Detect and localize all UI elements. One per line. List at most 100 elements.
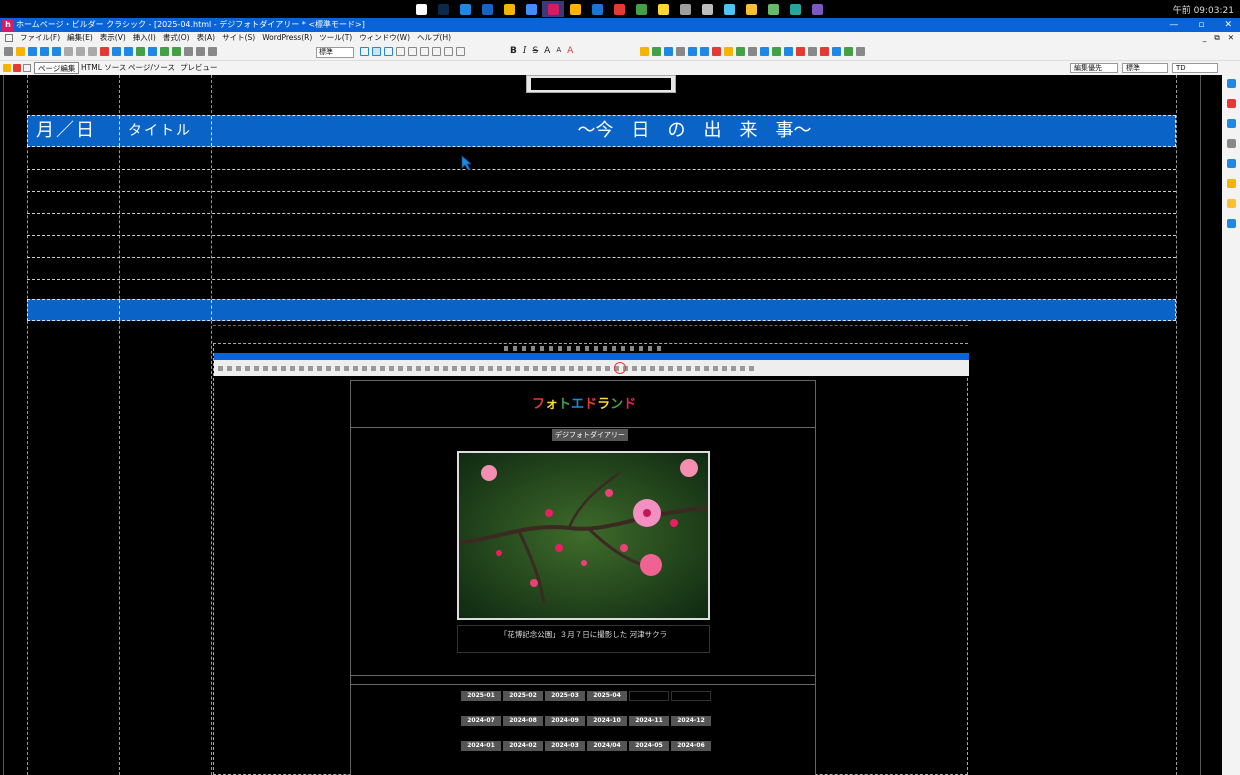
side-panel-tool-icon[interactable]: [1227, 159, 1236, 168]
teal-app-icon[interactable]: [784, 1, 806, 17]
archive-month-link[interactable]: 2025-01: [461, 691, 501, 701]
list-ordered-icon[interactable]: [432, 47, 441, 56]
toolbar-button-icon[interactable]: [124, 47, 133, 56]
side-panel-tool-icon[interactable]: [1227, 179, 1236, 188]
maximize-button[interactable]: ▫: [1198, 18, 1204, 32]
windows-start-icon[interactable]: [410, 1, 432, 17]
clock-app-icon[interactable]: [674, 1, 696, 17]
table-row[interactable]: [27, 257, 1176, 258]
font-color-button[interactable]: A: [567, 46, 573, 56]
outdent-icon[interactable]: [420, 47, 429, 56]
side-panel-tool-icon[interactable]: [1227, 219, 1236, 228]
toolbar-button-icon[interactable]: [676, 47, 685, 56]
toolbar-button-icon[interactable]: [784, 47, 793, 56]
toolbar-button-icon[interactable]: [688, 47, 697, 56]
toolbar-button-icon[interactable]: [4, 47, 13, 56]
menu-window[interactable]: ウィンドウ(W): [359, 32, 410, 44]
toolbar-button-icon[interactable]: [136, 47, 145, 56]
toolbar-button-icon[interactable]: [760, 47, 769, 56]
toolbar-button-icon[interactable]: [844, 47, 853, 56]
doc-close-button[interactable]: ✕: [1228, 32, 1234, 44]
toolbar-button-icon[interactable]: [160, 47, 169, 56]
menu-table[interactable]: 表(A): [197, 32, 215, 44]
toolbar-button-icon[interactable]: [820, 47, 829, 56]
side-panel-tool-icon[interactable]: [1227, 139, 1236, 148]
toolbar-button-icon[interactable]: [172, 47, 181, 56]
table-row[interactable]: [27, 191, 1176, 192]
archive-month-link[interactable]: 2024-02: [503, 741, 543, 751]
toolbar-button-icon[interactable]: [724, 47, 733, 56]
table-row[interactable]: [27, 213, 1176, 214]
archive-month-link[interactable]: 2024-06: [671, 741, 711, 751]
menu-file[interactable]: ファイル(F): [20, 32, 60, 44]
block-quote-icon[interactable]: [444, 47, 453, 56]
purple-app-icon[interactable]: [806, 1, 828, 17]
align-left-icon[interactable]: [360, 47, 369, 56]
toolbar-button-icon[interactable]: [796, 47, 805, 56]
minimize-button[interactable]: —: [1169, 18, 1178, 32]
archive-month-link[interactable]: 2025-02: [503, 691, 543, 701]
toolbar-button-icon[interactable]: [652, 47, 661, 56]
menu-help[interactable]: ヘルプ(H): [417, 32, 451, 44]
toolbar-button-icon[interactable]: [832, 47, 841, 56]
toolbar-button-icon[interactable]: [808, 47, 817, 56]
bold-button[interactable]: B: [510, 46, 517, 56]
tab-page-source[interactable]: ページ/ソース: [125, 62, 178, 74]
menu-insert[interactable]: 挿入(I): [133, 32, 156, 44]
sticky-note-icon[interactable]: [740, 1, 762, 17]
sun-app-icon[interactable]: [564, 1, 586, 17]
menu-format[interactable]: 書式(O): [163, 32, 190, 44]
b-app-icon[interactable]: [762, 1, 784, 17]
toolbar-button-icon[interactable]: [88, 47, 97, 56]
homepage-builder-icon[interactable]: [542, 1, 564, 17]
close-button[interactable]: ✕: [1224, 18, 1232, 32]
toolbar-button-icon[interactable]: [64, 47, 73, 56]
archive-month-link[interactable]: 2024-08: [503, 716, 543, 726]
diary-header-row[interactable]: 月／日 タイトル ～今 日 の 出 来 事～: [27, 115, 1176, 147]
toolbar-button-icon[interactable]: [640, 47, 649, 56]
toolbar-button-icon[interactable]: [184, 47, 193, 56]
folder-icon[interactable]: [498, 1, 520, 17]
archive-month-link[interactable]: 2024-12: [671, 716, 711, 726]
archive-month-link[interactable]: 2024-11: [629, 716, 669, 726]
embedded-screenshot-image[interactable]: フォトエドランド デジフォトダイアリー 「花博記念公園」３月７日に撮影した 河津…: [213, 343, 969, 775]
app-blue-icon[interactable]: [520, 1, 542, 17]
tab-preview[interactable]: プレビュー: [177, 62, 221, 74]
doc-restore-button[interactable]: ⧉: [1214, 32, 1219, 44]
toolbar-button-icon[interactable]: [76, 47, 85, 56]
tag-select[interactable]: TD: [1172, 63, 1218, 73]
menu-wordpress[interactable]: WordPress(R): [262, 32, 312, 44]
paragraph-icon[interactable]: [456, 47, 465, 56]
toolbar-button-icon[interactable]: [112, 47, 121, 56]
toolbar-button-icon[interactable]: [772, 47, 781, 56]
table-row[interactable]: [27, 169, 1176, 170]
photoshop-express-icon[interactable]: [454, 1, 476, 17]
archive-month-link[interactable]: 2025-04: [587, 691, 627, 701]
chrome-icon[interactable]: [608, 1, 630, 17]
toolbar-button-icon[interactable]: [736, 47, 745, 56]
yellow-app-icon[interactable]: [652, 1, 674, 17]
archive-month-link[interactable]: 2024-09: [545, 716, 585, 726]
tab-page-edit[interactable]: ページ編集: [34, 62, 80, 74]
side-panel-tool-icon[interactable]: [1227, 199, 1236, 208]
sheet-icon[interactable]: [630, 1, 652, 17]
toolbar-button-icon[interactable]: [208, 47, 217, 56]
page-editor-canvas[interactable]: 月／日 タイトル ～今 日 の 出 来 事～ フォトエドランド デジフォトダイア…: [0, 75, 1222, 775]
menu-tools[interactable]: ツール(T): [319, 32, 352, 44]
style-mode-select[interactable]: 標準: [1122, 63, 1168, 73]
side-panel-tool-icon[interactable]: [1227, 79, 1236, 88]
side-panel-tool-icon[interactable]: [1227, 99, 1236, 108]
archive-month-link[interactable]: 2024-03: [545, 741, 585, 751]
menu-site[interactable]: サイト(S): [222, 32, 255, 44]
toolbar-button-icon[interactable]: [856, 47, 865, 56]
list-icon[interactable]: [396, 47, 405, 56]
italic-button[interactable]: I: [523, 46, 527, 56]
diary-footer-row[interactable]: [27, 299, 1176, 321]
menu-edit[interactable]: 編集(E): [67, 32, 93, 44]
strike-button[interactable]: S: [532, 46, 538, 56]
table-row[interactable]: [27, 235, 1176, 236]
toolbar-button-icon[interactable]: [748, 47, 757, 56]
tab-html-source[interactable]: HTML ソース: [78, 62, 129, 74]
gear-app-icon[interactable]: [696, 1, 718, 17]
toolbar-button-icon[interactable]: [148, 47, 157, 56]
